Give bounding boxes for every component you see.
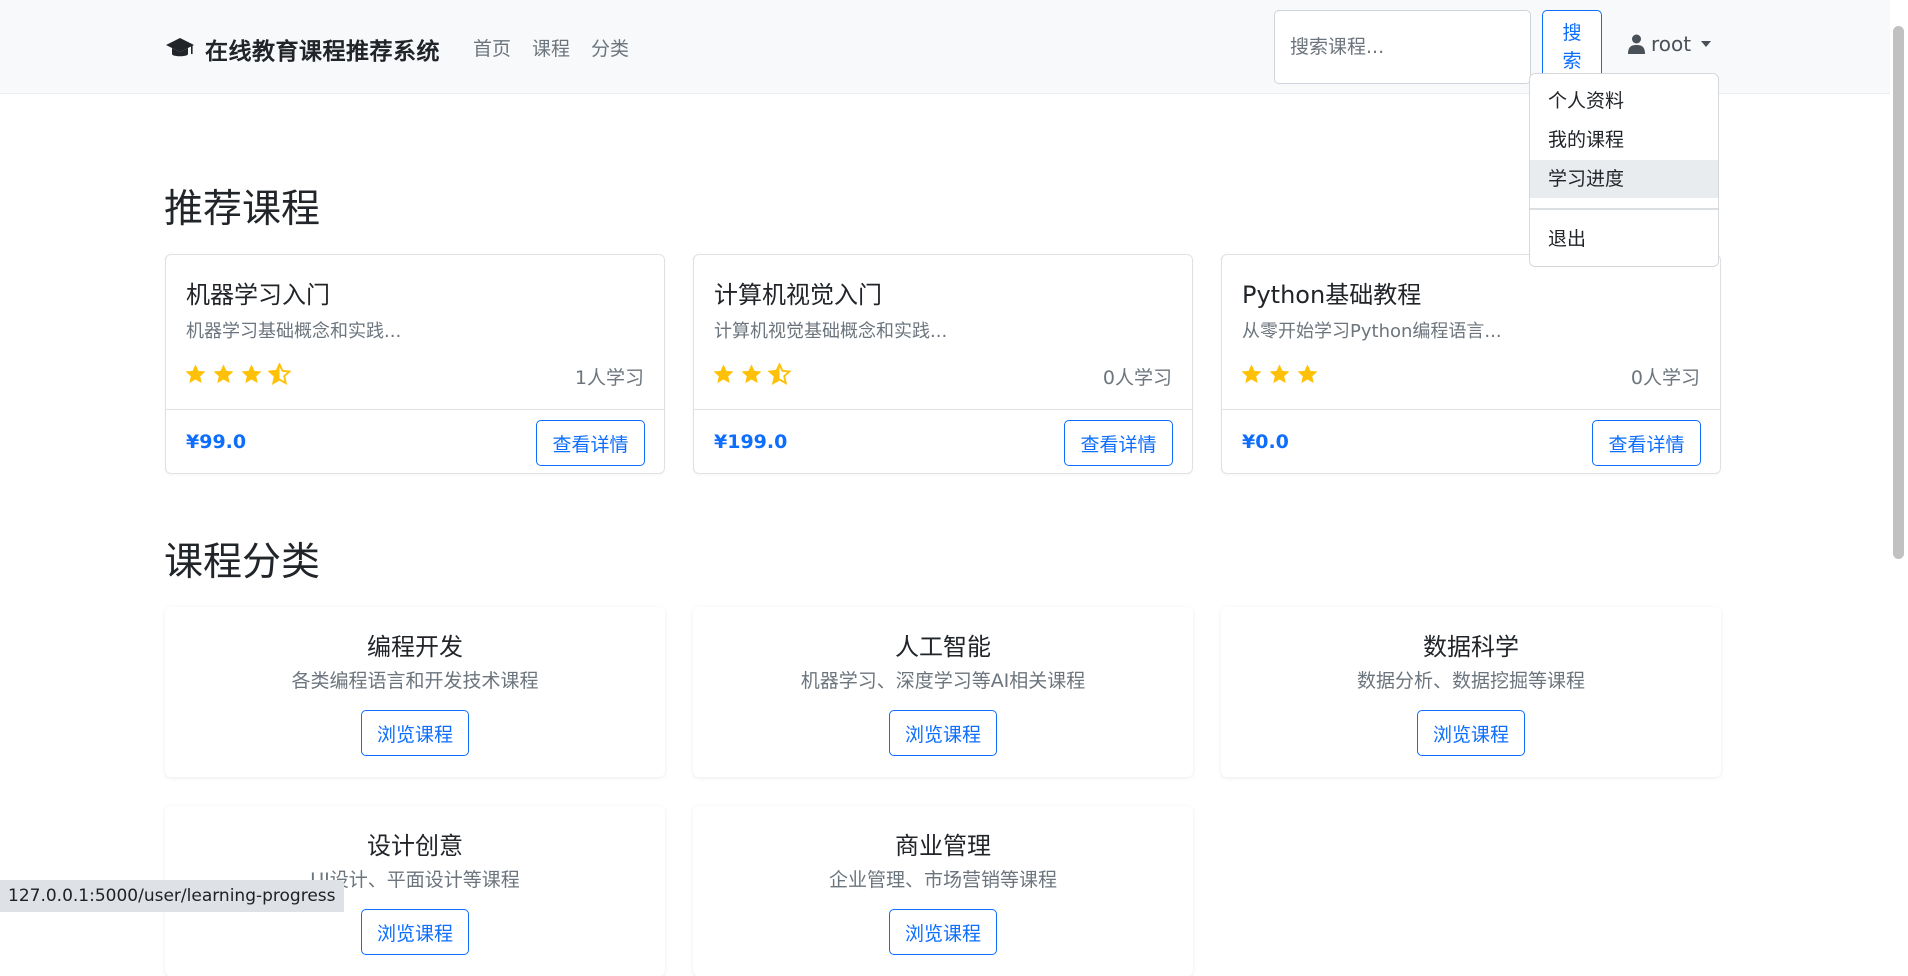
star-half-icon <box>268 363 291 385</box>
category-description: 机器学习、深度学习等AI相关课程 <box>800 670 1086 692</box>
category-description: 企业管理、市场营销等课程 <box>828 869 1057 891</box>
recommended-section-title: 推荐课程 <box>164 187 321 232</box>
category-title: 人工智能 <box>895 633 991 661</box>
course-card: 计算机视觉入门 计算机视觉基础概念和实践... 0人学习 ¥199.0 查看详情 <box>693 254 1193 474</box>
category-title: 编程开发 <box>367 633 463 661</box>
view-details-button[interactable]: 查看详情 <box>536 420 645 466</box>
star-full-icon <box>241 364 262 384</box>
view-details-button[interactable]: 查看详情 <box>1064 420 1173 466</box>
category-title: 数据科学 <box>1423 633 1519 661</box>
course-title: 计算机视觉入门 <box>714 281 882 309</box>
user-dropdown-menu: 个人资料 我的课程 学习进度 退出 <box>1529 73 1719 267</box>
course-card: Python基础教程 从零开始学习Python编程语言... 0人学习 ¥0.0… <box>1221 254 1721 474</box>
brand-text: 在线教育课程推荐系统 <box>205 39 440 65</box>
username: root <box>1651 32 1692 56</box>
card-footer: ¥0.0 查看详情 <box>1222 409 1720 475</box>
search-input[interactable] <box>1274 10 1531 84</box>
menu-item-profile[interactable]: 个人资料 <box>1530 82 1718 120</box>
card-footer: ¥99.0 查看详情 <box>166 409 664 475</box>
nav-links: 首页 课程 分类 <box>473 34 650 61</box>
star-full-icon <box>185 364 206 384</box>
nav-courses[interactable]: 课程 <box>532 34 570 61</box>
nav-home[interactable]: 首页 <box>473 34 511 61</box>
category-description: 数据分析、数据挖掘等课程 <box>1356 670 1585 692</box>
category-card: 人工智能 机器学习、深度学习等AI相关课程 浏览课程 <box>693 607 1193 777</box>
course-description: 从零开始学习Python编程语言... <box>1242 321 1502 342</box>
course-price: ¥99.0 <box>186 431 247 453</box>
student-count: 1人学习 <box>574 367 644 389</box>
rating-stars <box>1240 363 1324 385</box>
category-description: 各类编程语言和开发技术课程 <box>291 670 539 692</box>
category-card: 编程开发 各类编程语言和开发技术课程 浏览课程 <box>165 607 665 777</box>
browse-courses-button[interactable]: 浏览课程 <box>889 909 997 955</box>
scrollbar-thumb[interactable] <box>1893 26 1904 559</box>
card-footer: ¥199.0 查看详情 <box>694 409 1192 475</box>
course-price: ¥199.0 <box>714 431 788 453</box>
browse-courses-button[interactable]: 浏览课程 <box>361 909 469 955</box>
student-count: 0人学习 <box>1630 367 1700 389</box>
brand-link[interactable]: 在线教育课程推荐系统 <box>165 32 440 66</box>
categories-section-title: 课程分类 <box>164 540 321 585</box>
star-half-icon <box>768 363 791 385</box>
star-full-icon <box>741 364 762 384</box>
category-title: 设计创意 <box>367 832 463 860</box>
category-card: 商业管理 企业管理、市场营销等课程 浏览课程 <box>693 806 1193 976</box>
course-title: 机器学习入门 <box>186 281 330 309</box>
star-full-icon <box>213 364 234 384</box>
star-full-icon <box>1269 364 1290 384</box>
user-icon <box>1628 34 1645 54</box>
browse-courses-button[interactable]: 浏览课程 <box>889 710 997 756</box>
course-description: 机器学习基础概念和实践... <box>186 321 402 342</box>
course-price: ¥0.0 <box>1242 431 1289 453</box>
caret-down-icon <box>1701 41 1712 47</box>
browse-courses-button[interactable]: 浏览课程 <box>1417 710 1525 756</box>
category-card: 数据科学 数据分析、数据挖掘等课程 浏览课程 <box>1221 607 1721 777</box>
browser-status-url: 127.0.0.1:5000/user/learning-progress <box>0 880 344 912</box>
star-full-icon <box>1241 364 1262 384</box>
rating-stars <box>184 363 296 385</box>
menu-item-logout[interactable]: 退出 <box>1530 220 1718 258</box>
menu-item-learning-progress[interactable]: 学习进度 <box>1530 160 1718 198</box>
browse-courses-button[interactable]: 浏览课程 <box>361 710 469 756</box>
view-details-button[interactable]: 查看详情 <box>1592 420 1701 466</box>
star-full-icon <box>713 364 734 384</box>
course-description: 计算机视觉基础概念和实践... <box>714 321 948 342</box>
graduation-cap-icon <box>166 38 194 57</box>
category-title: 商业管理 <box>895 832 991 860</box>
user-menu-toggle[interactable]: root <box>1628 32 1712 56</box>
menu-divider <box>1530 208 1718 210</box>
menu-item-my-courses[interactable]: 我的课程 <box>1530 121 1718 159</box>
nav-categories[interactable]: 分类 <box>591 34 629 61</box>
course-card: 机器学习入门 机器学习基础概念和实践... 1人学习 ¥99.0 查看详情 <box>165 254 665 474</box>
star-full-icon <box>1297 364 1318 384</box>
student-count: 0人学习 <box>1102 367 1172 389</box>
course-title: Python基础教程 <box>1242 281 1422 309</box>
rating-stars <box>712 363 796 385</box>
